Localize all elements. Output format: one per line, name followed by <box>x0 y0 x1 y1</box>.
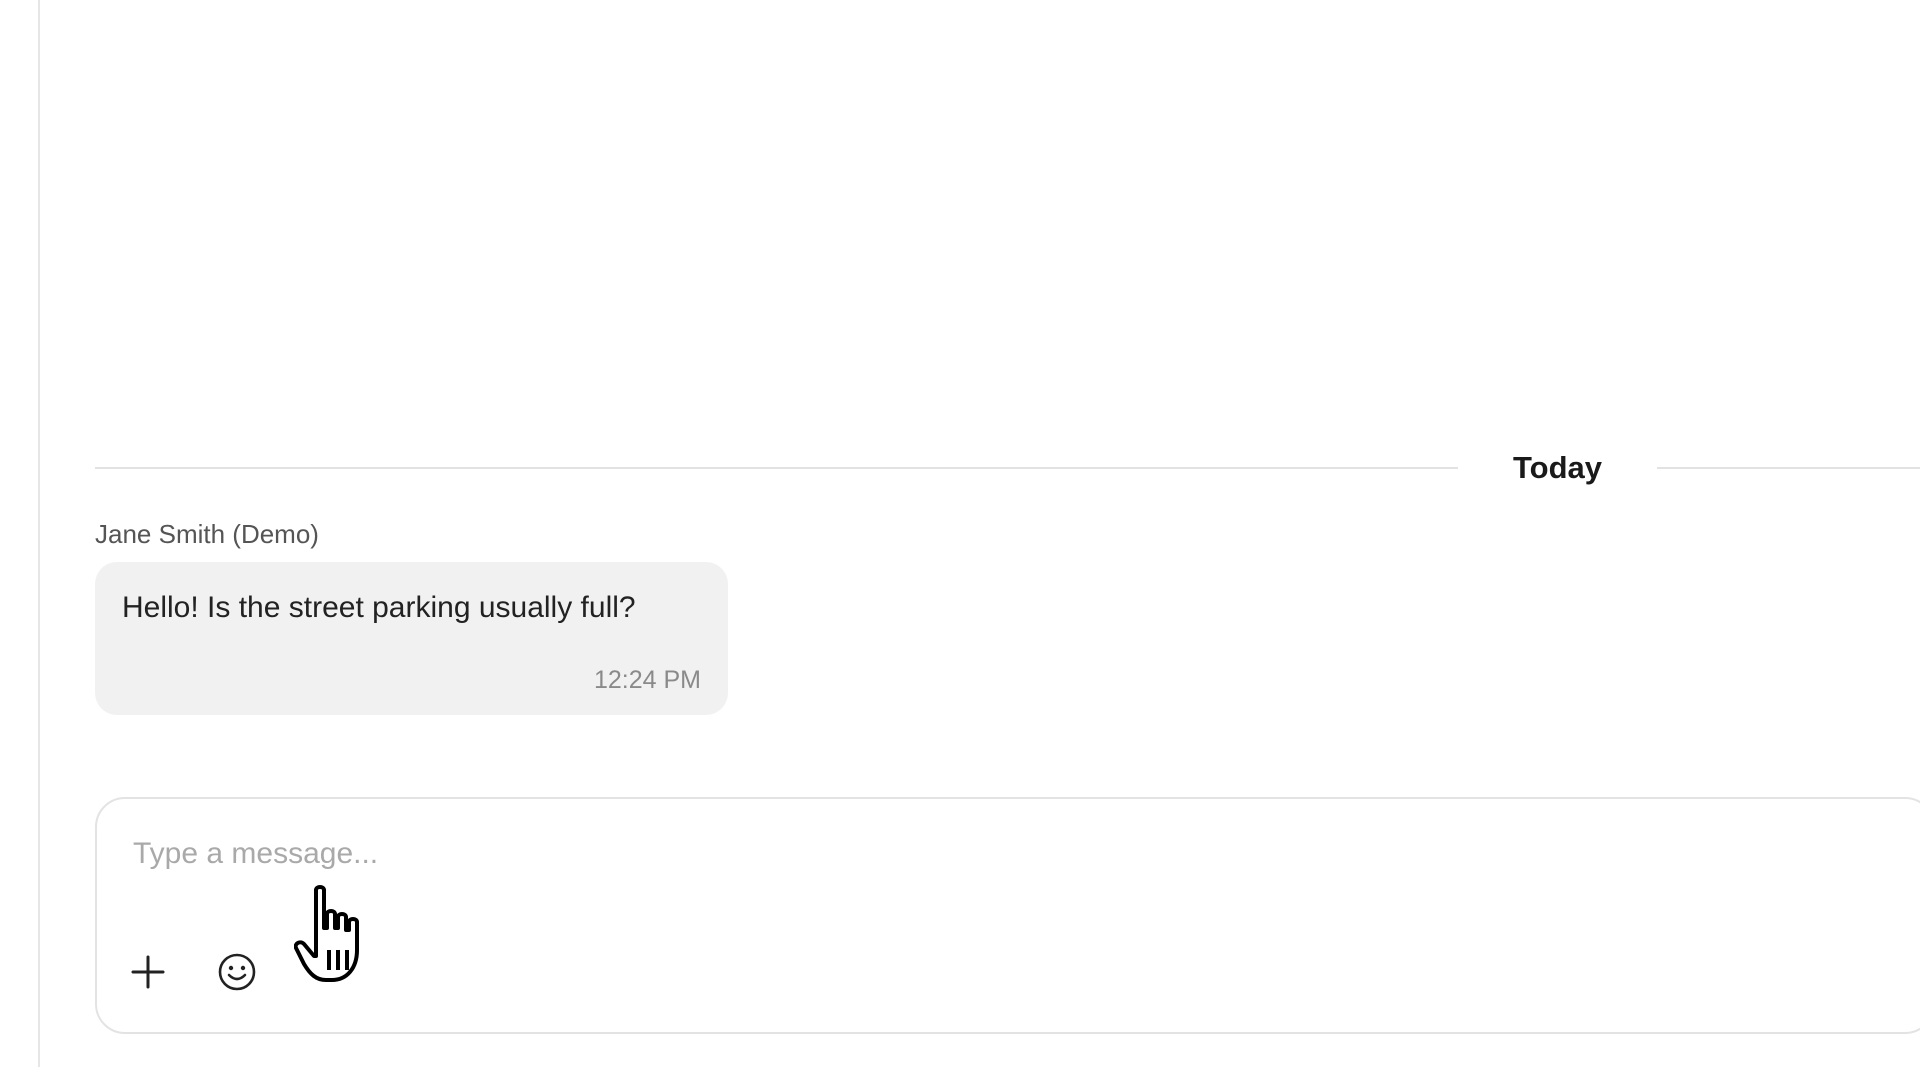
divider-line-left <box>95 467 1458 469</box>
chat-thread: Today Jane Smith (Demo) Hello! Is the st… <box>40 0 1920 1067</box>
date-divider-label: Today <box>1513 450 1602 485</box>
plus-icon <box>131 955 165 989</box>
date-divider: Today <box>95 446 1920 490</box>
smiley-icon <box>218 953 256 991</box>
message-composer <box>95 797 1920 1034</box>
left-panel-border <box>0 0 40 1067</box>
message-timestamp: 12:24 PM <box>593 666 701 694</box>
message-text: Hello! Is the street parking usually ful… <box>122 591 636 624</box>
message-sender-name: Jane Smith (Demo) <box>95 519 319 549</box>
add-attachment-button[interactable] <box>120 944 176 1000</box>
message-input[interactable] <box>133 829 1833 879</box>
emoji-button[interactable] <box>209 944 265 1000</box>
divider-line-right <box>1657 467 1920 469</box>
message-bubble: Hello! Is the street parking usually ful… <box>95 562 728 715</box>
